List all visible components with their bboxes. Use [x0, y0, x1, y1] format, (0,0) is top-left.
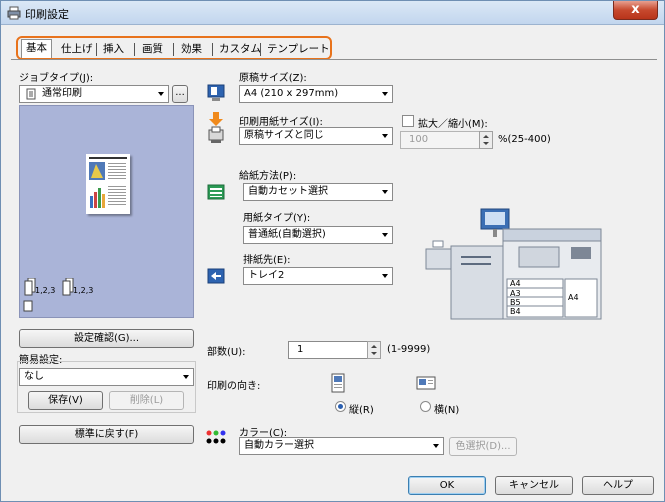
copies-spinner[interactable]	[367, 341, 381, 359]
tray-label-b5: B5	[510, 298, 521, 307]
help-button[interactable]: ヘルプ	[582, 476, 654, 495]
tray-label-b4: B4	[510, 307, 521, 316]
landscape-label: 横(N)	[434, 405, 460, 416]
portrait-radio[interactable]	[335, 401, 346, 412]
chevron-down-icon	[382, 233, 388, 237]
tab-separator	[260, 43, 261, 56]
chevron-down-icon	[183, 375, 189, 379]
tab-basic[interactable]: 基本	[21, 39, 52, 58]
print-paper-size-select[interactable]: 原稿サイズと同じ	[239, 127, 393, 145]
zoom-checkbox[interactable]	[402, 115, 414, 127]
job-type-label: ジョブタイプ(J):	[19, 73, 94, 84]
job-type-options-button[interactable]: ...	[172, 85, 188, 103]
paper-tray-icon	[207, 184, 225, 200]
chevron-down-icon	[158, 92, 164, 96]
print-paper-size-value: 原稿サイズと同じ	[244, 130, 324, 141]
tab-finishing[interactable]: 仕上げ	[57, 41, 97, 58]
landscape-orientation-icon	[416, 376, 436, 390]
color-value: 自動カラー選択	[244, 440, 314, 451]
print-paper-size-label: 印刷用紙サイズ(I):	[239, 117, 323, 128]
tray-label-a3: A3	[510, 289, 521, 298]
output-tray-value: トレイ2	[248, 270, 285, 281]
chevron-down-icon	[382, 92, 388, 96]
tab-custom[interactable]: カスタム	[215, 41, 265, 58]
chevron-down-icon	[433, 444, 439, 448]
tab-separator	[212, 43, 213, 56]
zoom-label: 拡大／縮小(M):	[418, 119, 488, 130]
color-dots-icon	[206, 430, 226, 444]
paper-feed-arrow-icon	[208, 112, 224, 143]
color-select-button[interactable]: 色選択(D)...	[449, 437, 517, 456]
chevron-down-icon	[382, 190, 388, 194]
ok-button[interactable]: OK	[408, 476, 486, 495]
zoom-range-label: %(25-400)	[498, 134, 551, 145]
easy-setting-select[interactable]: なし	[19, 368, 194, 386]
page-icon	[23, 300, 33, 312]
preview-page	[86, 154, 130, 214]
tab-separator	[173, 43, 174, 56]
original-size-select[interactable]: A4 (210 x 297mm)	[239, 85, 393, 103]
tab-panel-border	[11, 59, 657, 60]
monitor-icon	[207, 84, 225, 101]
feed-method-select[interactable]: 自動カセット選択	[243, 183, 393, 201]
restore-defaults-button[interactable]: 標準に戻す(F)	[19, 425, 194, 444]
save-button[interactable]: 保存(V)	[28, 391, 103, 410]
landscape-radio[interactable]	[420, 401, 431, 412]
original-size-label: 原稿サイズ(Z):	[239, 73, 307, 84]
confirm-settings-button[interactable]: 設定確認(G)...	[19, 329, 194, 348]
chevron-down-icon	[382, 274, 388, 278]
job-type-select[interactable]: 通常印刷	[19, 85, 169, 103]
print-settings-window: 印刷設定 x 基本 仕上げ 挿入 画質 効果 カスタム テンプレート ジョブタイ…	[0, 0, 665, 502]
copies-range-label: (1-9999)	[387, 344, 431, 355]
document-icon	[26, 88, 36, 100]
job-type-value: 通常印刷	[42, 88, 82, 99]
side-tray-label: A4	[568, 293, 579, 302]
window-title: 印刷設定	[25, 8, 69, 21]
portrait-orientation-icon	[331, 373, 345, 393]
close-button[interactable]: x	[613, 1, 658, 20]
tab-quality[interactable]: 画質	[138, 41, 167, 58]
feed-method-value: 自動カセット選択	[248, 186, 328, 197]
output-order-label-2: 1,2,3	[73, 286, 94, 295]
zoom-value-input[interactable]: 100	[400, 131, 480, 149]
output-order-label-1: 1,2,3	[35, 286, 56, 295]
orientation-label: 印刷の向き:	[207, 381, 261, 392]
tray-label-a4: A4	[510, 279, 521, 288]
original-size-value: A4 (210 x 297mm)	[244, 88, 339, 99]
print-preview: 1,2,3 1,2,3	[19, 105, 194, 318]
cancel-button[interactable]: キャンセル	[495, 476, 573, 495]
output-tray-icon	[207, 268, 225, 284]
title-bar: 印刷設定 x	[1, 1, 664, 25]
tab-effect[interactable]: 効果	[177, 41, 206, 58]
delete-button[interactable]: 削除(L)	[109, 391, 184, 410]
paper-type-label: 用紙タイプ(Y):	[243, 213, 311, 224]
output-tray-select[interactable]: トレイ2	[243, 267, 393, 285]
copies-input[interactable]: 1	[288, 341, 368, 359]
chevron-down-icon	[382, 134, 388, 138]
copies-label: 部数(U):	[207, 347, 246, 358]
portrait-label: 縦(R)	[349, 405, 374, 416]
easy-setting-value: なし	[24, 371, 44, 382]
tab-separator	[96, 43, 97, 56]
output-tray-label: 排紙先(E):	[243, 255, 291, 266]
tab-insert[interactable]: 挿入	[99, 41, 128, 58]
paper-type-value: 普通紙(自動選択)	[248, 229, 326, 240]
feed-method-label: 給紙方法(P):	[239, 171, 297, 182]
tab-separator	[134, 43, 135, 56]
color-select[interactable]: 自動カラー選択	[239, 437, 444, 455]
preview-content-icon	[89, 157, 127, 208]
zoom-spinner[interactable]	[479, 131, 493, 149]
paper-type-select[interactable]: 普通紙(自動選択)	[243, 226, 393, 244]
tab-template[interactable]: テンプレート	[263, 41, 334, 58]
printer-icon	[7, 6, 21, 20]
